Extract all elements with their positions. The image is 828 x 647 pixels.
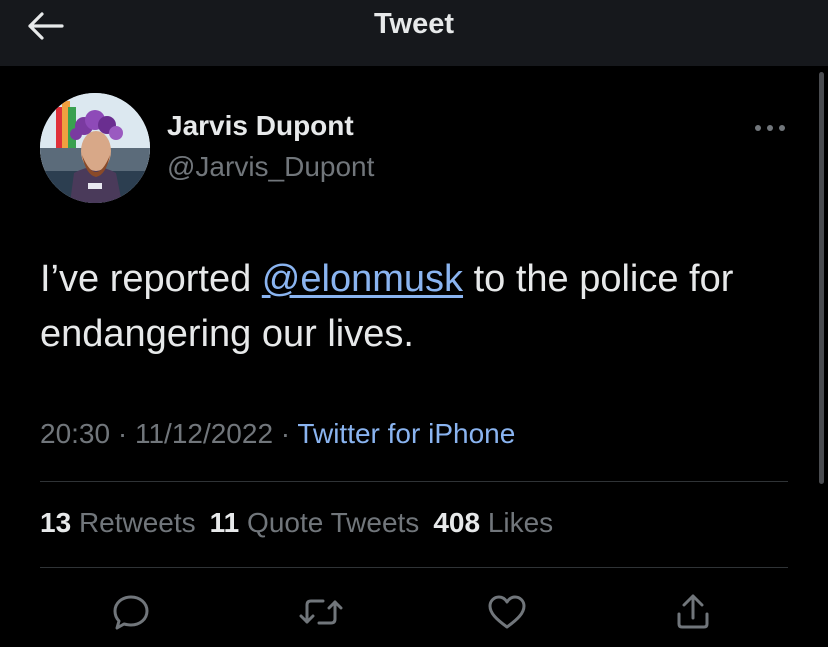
share-button[interactable] [671, 590, 715, 634]
like-button[interactable] [485, 590, 529, 634]
share-icon [677, 594, 709, 629]
scrollbar[interactable] [819, 72, 824, 484]
quote-tweets-label: Quote Tweets [247, 507, 420, 538]
meta-separator: · [273, 418, 298, 449]
tweet-text: I’ve reported @elonmusk to the police fo… [40, 252, 800, 362]
page-title: Tweet [373, 8, 455, 40]
tweet-meta: 20:30 · 11/12/2022 · Twitter for iPhone [40, 418, 515, 450]
tweet-stats: 13 Retweets 11 Quote Tweets 408 Likes [40, 507, 567, 539]
likes-stat[interactable]: 408 Likes [433, 507, 553, 538]
tweet-time[interactable]: 20:30 [40, 418, 110, 449]
retweets-label: Retweets [78, 507, 196, 538]
profile-photo [40, 93, 150, 203]
divider [40, 481, 788, 482]
tweet-text-part: I’ve reported [40, 258, 262, 300]
quote-tweets-stat[interactable]: 11 Quote Tweets [210, 507, 420, 538]
like-icon [488, 595, 526, 629]
reply-button[interactable] [109, 590, 153, 634]
meta-separator: · [110, 418, 135, 449]
retweet-button[interactable] [299, 590, 343, 634]
more-options-button[interactable] [750, 114, 790, 142]
likes-label: Likes [487, 507, 554, 538]
retweets-count: 13 [40, 507, 72, 538]
author-handle[interactable]: @Jarvis_Dupont [167, 151, 374, 183]
avatar[interactable] [40, 93, 150, 203]
tweet-date[interactable]: 11/12/2022 [135, 418, 273, 449]
reply-icon [113, 595, 149, 630]
quote-tweets-count: 11 [209, 507, 240, 538]
top-bar: Tweet [0, 0, 828, 66]
divider [40, 567, 788, 568]
mention-link[interactable]: @elonmusk [262, 258, 463, 300]
author-name[interactable]: Jarvis Dupont [167, 110, 354, 142]
retweet-icon [299, 599, 343, 625]
more-icon [755, 125, 785, 131]
likes-count: 408 [433, 507, 481, 538]
tweet-source[interactable]: Twitter for iPhone [297, 418, 515, 449]
retweets-stat[interactable]: 13 Retweets [40, 507, 196, 538]
